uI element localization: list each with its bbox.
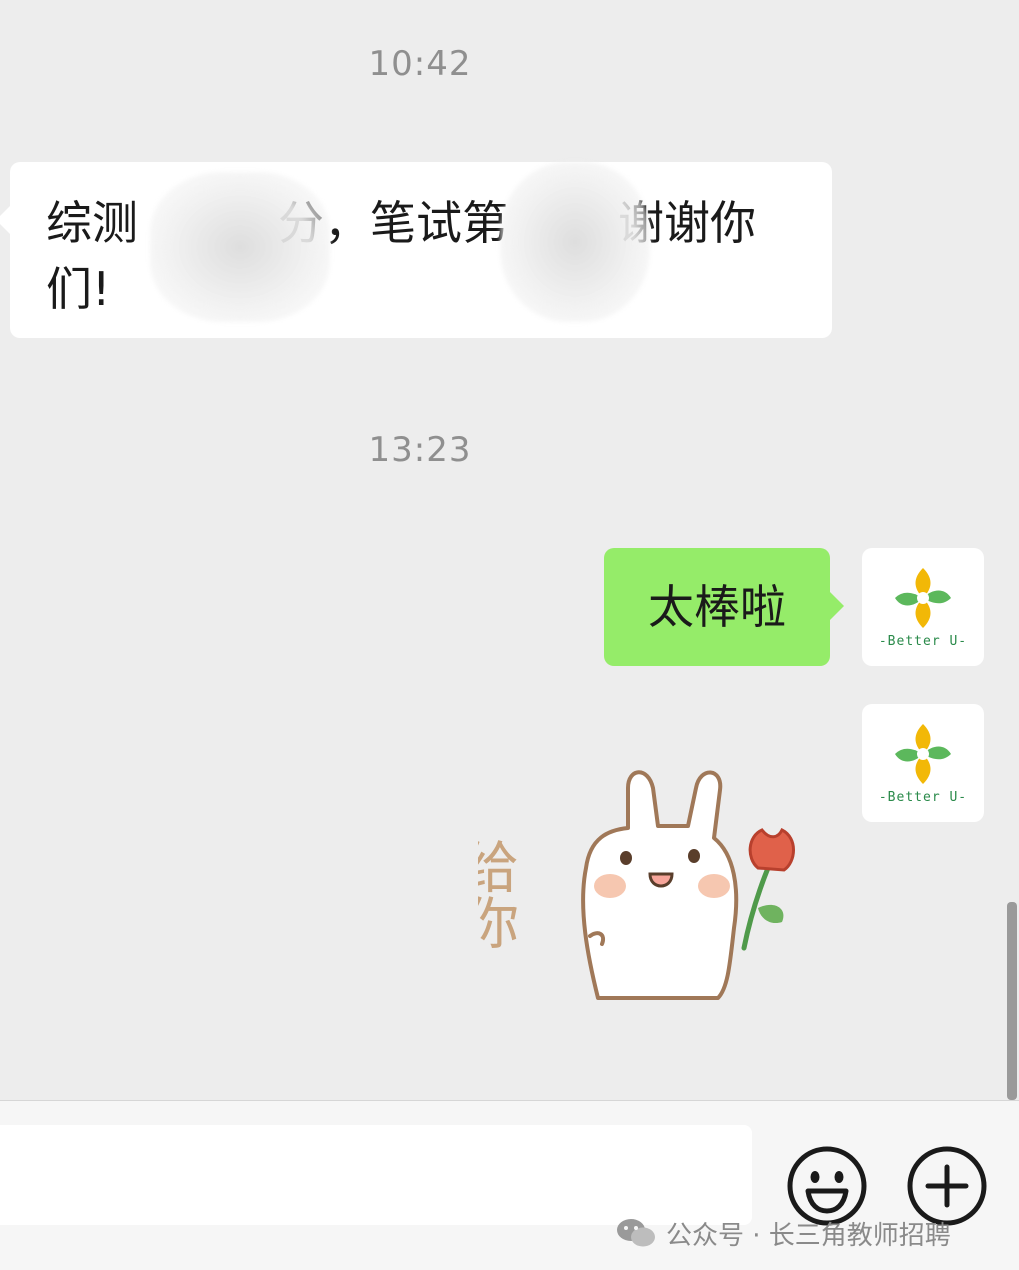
sticker-text: 给你 bbox=[478, 838, 519, 950]
avatar-caption: -Better U- bbox=[878, 790, 968, 805]
scrollbar[interactable] bbox=[1007, 902, 1017, 1100]
avatar[interactable]: -Better U- bbox=[862, 704, 984, 822]
message-input[interactable] bbox=[0, 1125, 752, 1225]
redaction-blur bbox=[500, 162, 650, 322]
rabbit-rose-sticker[interactable]: 给你 bbox=[454, 758, 818, 1008]
redaction-blur bbox=[150, 172, 330, 322]
input-bar: 公众号 · 长三角教师招聘 bbox=[0, 1100, 1019, 1270]
avatar[interactable]: -Better U- bbox=[862, 548, 984, 666]
timestamp: 10:42 bbox=[368, 44, 472, 84]
timestamp: 13:23 bbox=[368, 430, 472, 470]
outgoing-message-bubble[interactable]: 太棒啦 bbox=[604, 548, 844, 666]
avatar-caption: -Better U- bbox=[878, 634, 968, 649]
message-text-part: 综测 bbox=[46, 196, 138, 250]
chat-history[interactable]: 10:42 综测 分，笔试第 谢谢你 们! 13:23 太棒啦 -Better U-… bbox=[0, 0, 1019, 1100]
better-u-logo-icon bbox=[895, 568, 951, 628]
watermark: 公众号 · 长三角教师招聘 bbox=[616, 1213, 951, 1253]
wechat-icon bbox=[617, 1219, 655, 1247]
incoming-message-bubble[interactable]: 综测 分，笔试第 谢谢你 们! bbox=[0, 162, 832, 338]
watermark-text: 公众号 · 长三角教师招聘 bbox=[666, 1220, 951, 1251]
better-u-logo-icon bbox=[895, 724, 951, 784]
